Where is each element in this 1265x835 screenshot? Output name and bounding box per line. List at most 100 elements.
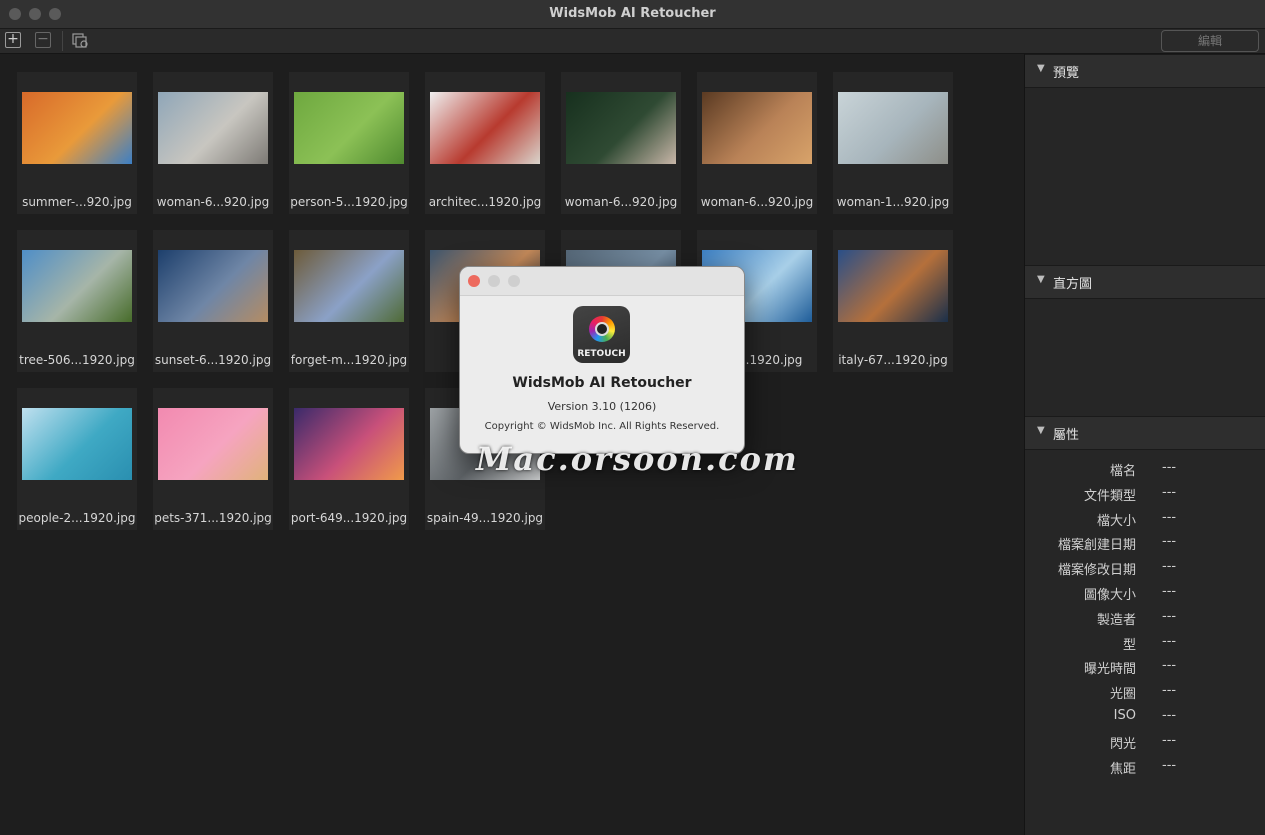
thumbnail-item[interactable]: people-2...1920.jpg: [17, 388, 137, 530]
thumbnail-item[interactable]: woman-6...920.jpg: [153, 72, 273, 214]
toolbar: + − 編輯: [0, 29, 1265, 54]
property-value: ---: [1162, 509, 1177, 525]
property-value: ---: [1162, 559, 1177, 575]
about-zoom-button: [508, 275, 520, 287]
thumbnail-filename: woman-1...920.jpg: [836, 195, 950, 209]
property-row: 圖像大小 ---: [1025, 582, 1265, 603]
title-bar: WidsMob AI Retoucher: [0, 0, 1265, 29]
thumbnail-image: [838, 250, 948, 322]
thumbnail-image: [158, 408, 268, 480]
thumbnail-filename: tree-506...1920.jpg: [19, 353, 135, 367]
thumbnail-filename: woman-6...920.jpg: [564, 195, 678, 209]
property-value: ---: [1162, 708, 1177, 723]
thumbnail-image: [838, 92, 948, 164]
property-key: 型: [1122, 637, 1136, 653]
histogram-section-label: 直方圖: [1053, 277, 1093, 292]
property-value: ---: [1162, 460, 1177, 475]
property-value: ---: [1162, 608, 1177, 624]
property-value: ---: [1162, 534, 1177, 550]
property-key: 製造者: [1096, 612, 1136, 628]
thumbnail-item[interactable]: woman-6...920.jpg: [561, 72, 681, 214]
histogram-section-header[interactable]: ▼ 直方圖: [1025, 265, 1265, 299]
property-row: 焦距 ---: [1025, 756, 1265, 777]
property-row: 檔大小 ---: [1025, 508, 1265, 529]
thumbnail-filename: woman-6...920.jpg: [156, 195, 270, 209]
watermark-text: Mac.orsoon.com: [476, 440, 799, 478]
thumbnail-item[interactable]: pets-371...1920.jpg: [153, 388, 273, 530]
property-key: 檔案創建日期: [1057, 538, 1136, 554]
about-dialog-titlebar: [460, 267, 744, 296]
property-row: 光圈 ---: [1025, 681, 1265, 702]
about-copyright: Copyright © WidsMob Inc. All Rights Rese…: [484, 421, 720, 432]
property-key: 檔名: [1109, 464, 1136, 479]
about-close-button[interactable]: [468, 275, 480, 287]
thumbnail-item[interactable]: person-5...1920.jpg: [289, 72, 409, 214]
about-app-name: WidsMob AI Retoucher: [512, 375, 692, 391]
thumbnail-item[interactable]: woman-6...920.jpg: [697, 72, 817, 214]
about-dialog: RETOUCH WidsMob AI Retoucher Version 3.1…: [459, 266, 745, 454]
property-key: 檔大小: [1096, 513, 1136, 529]
thumbnail-item[interactable]: architec...1920.jpg: [425, 72, 545, 214]
disclosure-triangle-icon: ▼: [1037, 274, 1045, 285]
property-row: 文件類型 ---: [1025, 483, 1265, 504]
property-row: 製造者 ---: [1025, 607, 1265, 628]
thumbnail-item[interactable]: port-649...1920.jpg: [289, 388, 409, 530]
thumbnail-filename: sunset-6...1920.jpg: [154, 353, 272, 367]
property-row: 型 ---: [1025, 632, 1265, 653]
property-key: 檔案修改日期: [1057, 563, 1136, 579]
property-row: 檔案創建日期 ---: [1025, 532, 1265, 554]
thumbnail-filename: architec...1920.jpg: [428, 195, 542, 209]
property-value: ---: [1162, 633, 1177, 649]
preview-section-label: 預覽: [1053, 66, 1080, 81]
about-minimize-button: [488, 275, 500, 287]
thumbnail-filename: summer-...920.jpg: [22, 195, 132, 209]
property-key: ISO: [1113, 708, 1136, 723]
edit-button[interactable]: 編輯: [1161, 30, 1259, 52]
property-key: 文件類型: [1083, 488, 1136, 504]
property-key: 焦距: [1109, 761, 1136, 777]
property-key: 圖像大小: [1083, 588, 1136, 603]
app-logo: RETOUCH: [573, 306, 630, 363]
property-row: 曝光時間 ---: [1025, 656, 1265, 678]
thumbnail-image: [430, 92, 540, 164]
thumbnail-item[interactable]: forget-m...1920.jpg: [289, 230, 409, 372]
preview-section-header[interactable]: ▼ 預覽: [1025, 54, 1265, 88]
thumbnail-filename: people-2...1920.jpg: [18, 511, 136, 525]
thumbnail-filename: pets-371...1920.jpg: [154, 511, 272, 525]
property-row: 檔名 ---: [1025, 458, 1265, 479]
thumbnail-image: [702, 92, 812, 164]
property-value: ---: [1162, 683, 1177, 699]
property-value: ---: [1162, 757, 1177, 773]
properties-section-header[interactable]: ▼ 屬性: [1025, 416, 1265, 450]
add-photo-button[interactable]: +: [5, 32, 21, 48]
camera-lens-icon: [589, 316, 615, 342]
disclosure-triangle-icon: ▼: [1037, 425, 1045, 436]
thumbnail-image: [294, 250, 404, 322]
thumbnail-filename: person-5...1920.jpg: [290, 195, 408, 209]
property-key: 閃光: [1109, 736, 1136, 752]
thumbnail-item[interactable]: tree-506...1920.jpg: [17, 230, 137, 372]
properties-section-label: 屬性: [1053, 428, 1080, 443]
remove-photo-button[interactable]: −: [35, 32, 51, 48]
window-title: WidsMob AI Retoucher: [549, 6, 716, 21]
thumbnail-image: [294, 408, 404, 480]
thumbnail-image: [158, 92, 268, 164]
thumbnail-item[interactable]: italy-67...1920.jpg: [833, 230, 953, 372]
thumbnail-image: [294, 92, 404, 164]
property-key: 曝光時間: [1083, 662, 1136, 678]
property-value: ---: [1162, 732, 1177, 748]
thumbnail-filename: woman-6...920.jpg: [700, 195, 814, 209]
property-value: ---: [1162, 658, 1177, 674]
toolbar-divider: [62, 31, 63, 51]
thumbnail-image: [22, 408, 132, 480]
property-row: ISO ---: [1025, 706, 1265, 726]
thumbnail-filename: port-649...1920.jpg: [290, 511, 408, 525]
property-row: 檔案修改日期 ---: [1025, 557, 1265, 579]
thumbnail-item[interactable]: woman-1...920.jpg: [833, 72, 953, 214]
disclosure-triangle-icon: ▼: [1037, 63, 1045, 74]
thumbnail-item[interactable]: sunset-6...1920.jpg: [153, 230, 273, 372]
thumbnail-filename: spain-49...1920.jpg: [426, 511, 544, 525]
batch-settings-icon[interactable]: [72, 33, 90, 49]
thumbnail-item[interactable]: summer-...920.jpg: [17, 72, 137, 214]
thumbnail-image: [566, 92, 676, 164]
